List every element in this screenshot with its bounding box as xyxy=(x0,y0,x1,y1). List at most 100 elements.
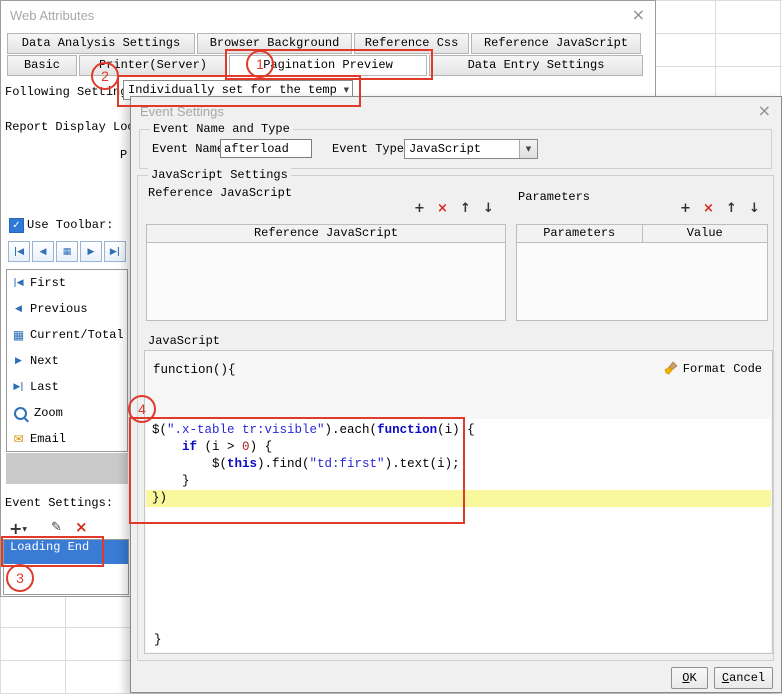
code-token: ).each( xyxy=(324,423,378,437)
function-open-text: function(){ xyxy=(153,363,236,377)
zoom-icon xyxy=(14,406,27,420)
event-list[interactable]: Loading End xyxy=(3,539,129,595)
use-toolbar-label: Use Toolbar: xyxy=(27,218,114,232)
reference-js-toolbar: + × ↑ ↓ xyxy=(410,200,498,217)
code-token: }) xyxy=(152,491,168,505)
check-icon: ✓ xyxy=(12,220,21,231)
code-line: } xyxy=(146,473,771,490)
event-settings-label: Event Settings: xyxy=(5,496,114,510)
event-name-type-group-title: Event Name and Type xyxy=(150,122,293,136)
plus-icon[interactable]: + xyxy=(676,200,695,217)
list-item-current-total[interactable]: ▦ Current/Total xyxy=(7,322,127,348)
tab-data-entry-settings[interactable]: Data Entry Settings xyxy=(429,55,643,76)
tab-reference-css[interactable]: Reference Css xyxy=(354,33,469,54)
first-icon: |◀ xyxy=(13,246,25,257)
list-item-last[interactable]: ▶| Last xyxy=(7,374,127,400)
code-token: (i > xyxy=(197,440,243,454)
code-line: $(".x-table tr:visible").each(function(i… xyxy=(146,422,771,439)
tab-reference-javascript[interactable]: Reference JavaScript xyxy=(471,33,641,54)
use-toolbar-checkbox[interactable]: ✓ xyxy=(9,218,24,233)
last-button[interactable]: ▶| xyxy=(104,241,126,262)
parameters-label: Parameters xyxy=(518,190,591,204)
format-code-icon xyxy=(664,361,678,375)
param-table-header-parameters: Parameters xyxy=(516,224,643,243)
move-down-icon[interactable]: ↓ xyxy=(479,200,498,217)
list-item-email[interactable]: ✉ Email xyxy=(7,426,127,451)
code-token: "td:first" xyxy=(309,457,385,471)
first-button[interactable]: |◀ xyxy=(8,241,30,262)
tab-basic[interactable]: Basic xyxy=(7,55,77,76)
code-token: ).find( xyxy=(257,457,310,471)
page-display-icon: ▦ xyxy=(62,246,72,257)
previous-button[interactable]: ◀ xyxy=(32,241,54,262)
next-button[interactable]: ▶ xyxy=(80,241,102,262)
tab-data-analysis-settings[interactable]: Data Analysis Settings xyxy=(7,33,195,54)
first-icon: |◀ xyxy=(13,278,24,288)
code-token: (i) { xyxy=(437,423,475,437)
parameters-toolbar: + × ↑ ↓ xyxy=(676,200,764,217)
cancel-button[interactable]: Cancel xyxy=(714,667,773,689)
move-down-icon[interactable]: ↓ xyxy=(745,200,764,217)
parameters-table-body[interactable] xyxy=(516,243,768,321)
parameters-table: Parameters Value xyxy=(516,224,768,321)
event-settings-dialog: Event Settings × Event Name and Type Eve… xyxy=(130,96,782,693)
javascript-code-editor[interactable]: $(".x-table tr:visible").each(function(i… xyxy=(146,419,771,652)
event-settings-titlebar: Event Settings × xyxy=(131,97,781,125)
delete-icon[interactable]: × xyxy=(433,200,452,217)
tab-row-1: Data Analysis Settings Browser Background… xyxy=(7,33,641,54)
add-event-button[interactable]: +▼ xyxy=(9,519,27,538)
param-table-header-value: Value xyxy=(641,224,768,243)
partial-label: P xyxy=(120,148,128,162)
page-display-icon: ▦ xyxy=(12,328,25,342)
next-icon: ▶ xyxy=(15,356,22,366)
close-icon[interactable]: × xyxy=(758,101,771,120)
list-item-label: Email xyxy=(30,432,67,446)
code-token: this xyxy=(227,457,258,471)
toolbar-item-list[interactable]: |◀ First ◀ Previous ▦ Current/Total ▶ Next ▶| Las… xyxy=(6,269,128,452)
javascript-settings-group: JavaScript Settings Reference JavaScript… xyxy=(137,168,774,661)
list-item-next[interactable]: ▶ Next xyxy=(7,348,127,374)
event-type-value: JavaScript xyxy=(409,142,482,156)
edit-event-button[interactable]: ✎ xyxy=(51,520,62,535)
following-settings-label: Following Settings xyxy=(5,85,135,99)
tab-browser-background[interactable]: Browser Background xyxy=(197,33,352,54)
javascript-label: JavaScript xyxy=(148,334,221,348)
report-display-label: Report Display Locat xyxy=(5,120,150,134)
list-item-previous[interactable]: ◀ Previous xyxy=(7,296,127,322)
list-item-zoom[interactable]: Zoom xyxy=(7,400,127,426)
tab-printer-server[interactable]: Printer(Server) xyxy=(79,55,227,76)
delete-event-button[interactable]: × xyxy=(75,518,88,536)
event-type-label: Event Type: xyxy=(332,142,412,156)
ok-button[interactable]: OK xyxy=(671,667,708,689)
tab-pagination-preview[interactable]: Pagination Preview xyxy=(229,55,427,76)
javascript-settings-group-title: JavaScript Settings xyxy=(148,168,291,182)
delete-icon: × xyxy=(75,518,88,536)
move-up-icon[interactable]: ↑ xyxy=(722,200,741,217)
reference-js-table: Reference JavaScript xyxy=(146,224,506,321)
list-item-label: First xyxy=(30,276,67,290)
event-item-loading-end[interactable]: Loading End xyxy=(4,540,128,564)
code-line: $(this).find("td:first").text(i); xyxy=(146,456,771,473)
reference-js-table-body[interactable] xyxy=(146,243,506,321)
list-item-label: Last xyxy=(30,380,59,394)
page-display-button[interactable]: ▦ xyxy=(56,241,78,262)
chevron-down-icon: ▼ xyxy=(525,145,532,153)
code-token: ) { xyxy=(249,440,273,454)
code-token: ).text(i); xyxy=(384,457,460,471)
close-icon[interactable]: × xyxy=(632,5,645,24)
event-type-dropdown[interactable]: JavaScript ▼ xyxy=(404,139,538,159)
list-item-first[interactable]: |◀ First xyxy=(7,270,127,296)
format-code-button[interactable]: Format Code xyxy=(664,361,762,376)
move-up-icon[interactable]: ↑ xyxy=(456,200,475,217)
code-token: $( xyxy=(152,423,168,437)
delete-icon[interactable]: × xyxy=(699,200,718,217)
code-line: if (i > 0) { xyxy=(146,439,771,456)
list-item-label: Zoom xyxy=(34,406,63,420)
previous-icon: ◀ xyxy=(39,246,47,257)
reference-js-table-header: Reference JavaScript xyxy=(146,224,506,243)
event-name-input[interactable] xyxy=(220,139,312,158)
plus-icon: + xyxy=(9,519,23,538)
list-item-label: Previous xyxy=(30,302,88,316)
plus-icon[interactable]: + xyxy=(410,200,429,217)
